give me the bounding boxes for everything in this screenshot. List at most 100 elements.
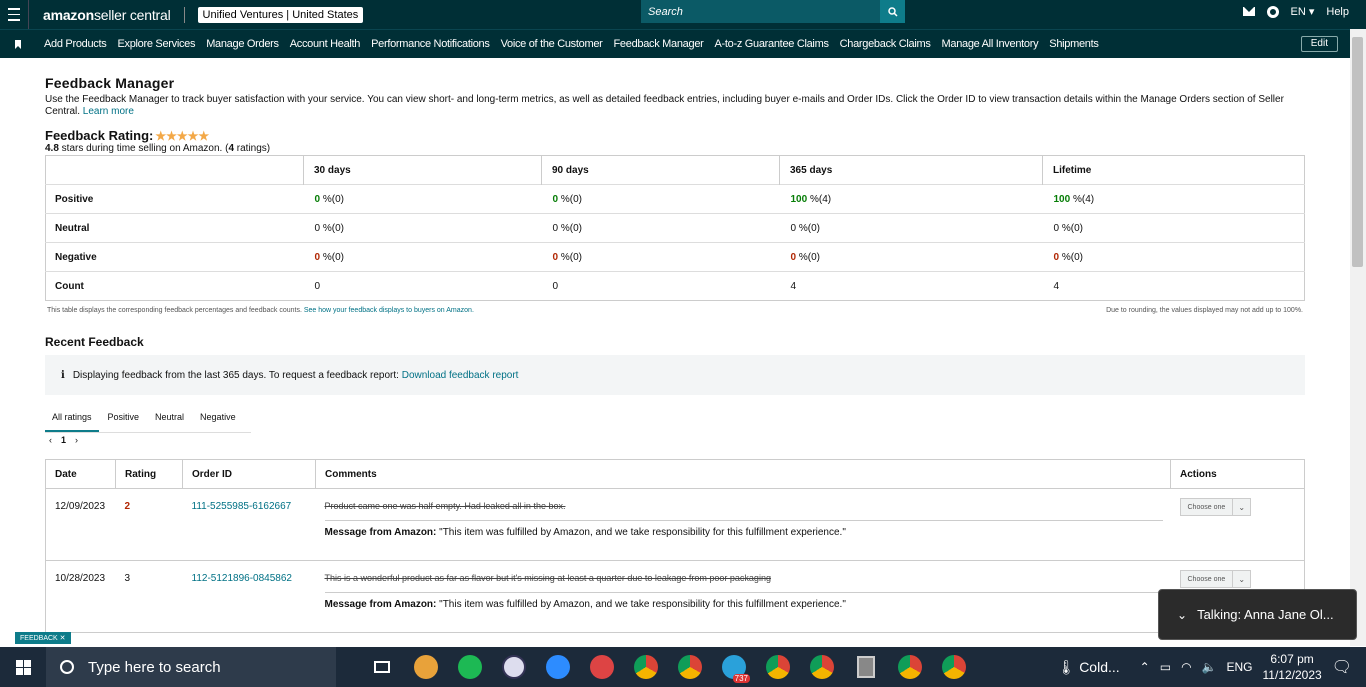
chrome-profile-icon[interactable]	[756, 647, 800, 687]
battery-icon[interactable]: ▭	[1160, 660, 1171, 674]
col-30-days: 30 days	[303, 155, 542, 185]
taskbar-search-input[interactable]: Type here to search	[46, 647, 336, 687]
col-date: Date	[55, 468, 77, 480]
logo-rest-text: seller central	[93, 6, 171, 23]
page-number[interactable]: 1	[61, 435, 66, 445]
download-report-link[interactable]: Download feedback report	[402, 370, 519, 381]
call-notification[interactable]: ⌄ Talking: Anna Jane Ol...	[1158, 589, 1357, 640]
search-icon	[60, 660, 74, 674]
chrome-profile-icon[interactable]	[932, 647, 976, 687]
zoom-icon[interactable]	[536, 647, 580, 687]
thermometer-icon: 🌡	[1057, 658, 1076, 675]
scroll-thumb[interactable]	[1352, 37, 1363, 267]
wifi-icon[interactable]: ◠	[1181, 660, 1191, 674]
chrome-profile-icon[interactable]	[888, 647, 932, 687]
rating-tabs: All ratings Positive Neutral Negative	[45, 408, 251, 433]
nav-performance-notifications[interactable]: Performance Notifications	[371, 38, 490, 50]
tray-chevron-icon[interactable]: ⌃	[1140, 660, 1150, 674]
nav-atoz-claims[interactable]: A-to-z Guarantee Claims	[715, 38, 829, 50]
rating-summary: 4.8 stars during time selling on Amazon.…	[45, 143, 271, 154]
pagination: ‹ 1 ›	[49, 435, 78, 445]
chrome-profile-icon[interactable]	[668, 647, 712, 687]
nav-manage-orders[interactable]: Manage Orders	[206, 38, 279, 50]
help-link[interactable]: Help	[1326, 6, 1349, 18]
language-indicator[interactable]: ENG	[1227, 660, 1253, 674]
recent-feedback-heading: Recent Feedback	[45, 335, 144, 349]
menu-icon[interactable]	[0, 0, 29, 29]
seller-central-logo[interactable]: amazon seller central	[43, 7, 171, 23]
page-description: Use the Feedback Manager to track buyer …	[45, 94, 1284, 117]
order-id-link[interactable]: 111-5255985-6162667	[182, 488, 316, 561]
telegram-icon[interactable]: 737	[712, 647, 756, 687]
account-switcher[interactable]: Unified Ventures | United States	[197, 6, 364, 23]
feedback-widget-tab[interactable]: FEEDBACK ✕	[15, 632, 71, 644]
bookmark-icon[interactable]	[11, 39, 25, 49]
mail-icon[interactable]	[1242, 7, 1255, 16]
chrome-icon[interactable]	[624, 647, 668, 687]
task-view-icon[interactable]	[360, 647, 404, 687]
windows-taskbar: Type here to search 737 🌡 Cold... ⌃ ▭ ◠ …	[0, 647, 1366, 687]
nav-explore-services[interactable]: Explore Services	[117, 38, 195, 50]
table-row: 10/28/2023 3 112-5121896-0845862 This is…	[45, 560, 1305, 633]
edit-nav-button[interactable]: Edit	[1300, 36, 1338, 52]
volume-icon[interactable]: 🔈	[1202, 660, 1217, 674]
top-header: amazon seller central Unified Ventures |…	[0, 0, 1366, 29]
feedback-metrics-table: 30 days 90 days 365 days Lifetime Positi…	[45, 155, 1305, 301]
metrics-row-count: Count 0 0 4 4	[45, 271, 1305, 301]
gear-icon[interactable]	[1266, 5, 1279, 18]
col-actions: Actions	[1170, 459, 1305, 489]
tab-neutral[interactable]: Neutral	[148, 408, 191, 432]
page-title: Feedback Manager	[45, 75, 175, 91]
chevron-down-icon: ⌄	[1232, 499, 1250, 515]
search-icon	[887, 6, 898, 17]
feedback-comment: This is a wonderful product as far as fl…	[324, 573, 1163, 593]
notifications-icon[interactable]: 🗨	[1332, 657, 1352, 677]
learn-more-link[interactable]: Learn more	[83, 106, 134, 117]
nav-shipments[interactable]: Shipments	[1049, 38, 1099, 50]
chrome-profile-icon[interactable]	[800, 647, 844, 687]
clock[interactable]: 6:07 pm 11/12/2023	[1263, 651, 1322, 683]
col-comments: Comments	[315, 459, 1171, 489]
metrics-row-negative: Negative 0 %(0) 0 %(0) 0 %(0) 0 %(0)	[45, 242, 1305, 272]
action-dropdown[interactable]: Choose one ⌄	[1179, 570, 1252, 588]
info-alert: i Displaying feedback from the last 365 …	[45, 355, 1305, 395]
page-scrollbar[interactable]	[1350, 29, 1366, 646]
nav-add-products[interactable]: Add Products	[44, 38, 107, 50]
app-icon-red[interactable]	[580, 647, 624, 687]
rounding-note: Due to rounding, the values displayed ma…	[1106, 307, 1303, 314]
language-selector[interactable]: EN ▾	[1291, 5, 1315, 18]
clock-app-icon[interactable]	[492, 647, 536, 687]
rating-stars-icon: ★★★★★	[155, 128, 210, 143]
tab-all-ratings[interactable]: All ratings	[45, 408, 99, 432]
metrics-note: This table displays the corresponding fe…	[47, 307, 474, 314]
col-order-id: Order ID	[182, 459, 316, 489]
chevron-down-icon[interactable]: ⌄	[1177, 608, 1187, 622]
info-icon: i	[61, 369, 65, 381]
search-input[interactable]: Search	[641, 0, 880, 23]
tab-positive[interactable]: Positive	[101, 408, 147, 432]
nav-feedback-manager[interactable]: Feedback Manager	[614, 38, 704, 50]
nav-voice-of-customer[interactable]: Voice of the Customer	[501, 38, 603, 50]
weather-widget[interactable]: 🌡 Cold...	[1058, 659, 1120, 676]
action-dropdown[interactable]: Choose one ⌄	[1179, 498, 1252, 516]
metrics-header-row: 30 days 90 days 365 days Lifetime	[46, 155, 1305, 185]
search-button[interactable]	[880, 0, 905, 23]
nav-account-health[interactable]: Account Health	[290, 38, 361, 50]
search-bar[interactable]: Search	[641, 0, 905, 23]
calculator-icon[interactable]	[844, 647, 888, 687]
buyer-display-link[interactable]: See how your feedback displays to buyers…	[304, 307, 474, 314]
windows-start-icon[interactable]	[0, 659, 46, 675]
chevron-down-icon: ⌄	[1232, 571, 1250, 587]
recent-feedback-table: Date Rating Order ID Comments Actions 12…	[45, 459, 1305, 633]
col-lifetime: Lifetime	[1042, 155, 1305, 185]
prev-page-icon[interactable]: ‹	[49, 435, 52, 445]
next-page-icon[interactable]: ›	[75, 435, 78, 445]
nav-manage-inventory[interactable]: Manage All Inventory	[942, 38, 1039, 50]
order-id-link[interactable]: 112-5121896-0845862	[182, 560, 316, 633]
app-icon-yellow[interactable]	[404, 647, 448, 687]
amazon-message: Message from Amazon: "This item was fulf…	[324, 527, 846, 538]
tab-negative[interactable]: Negative	[193, 408, 243, 432]
nav-chargeback-claims[interactable]: Chargeback Claims	[840, 38, 931, 50]
spotify-icon[interactable]	[448, 647, 492, 687]
metrics-row-neutral: Neutral 0 %(0) 0 %(0) 0 %(0) 0 %(0)	[45, 213, 1305, 243]
